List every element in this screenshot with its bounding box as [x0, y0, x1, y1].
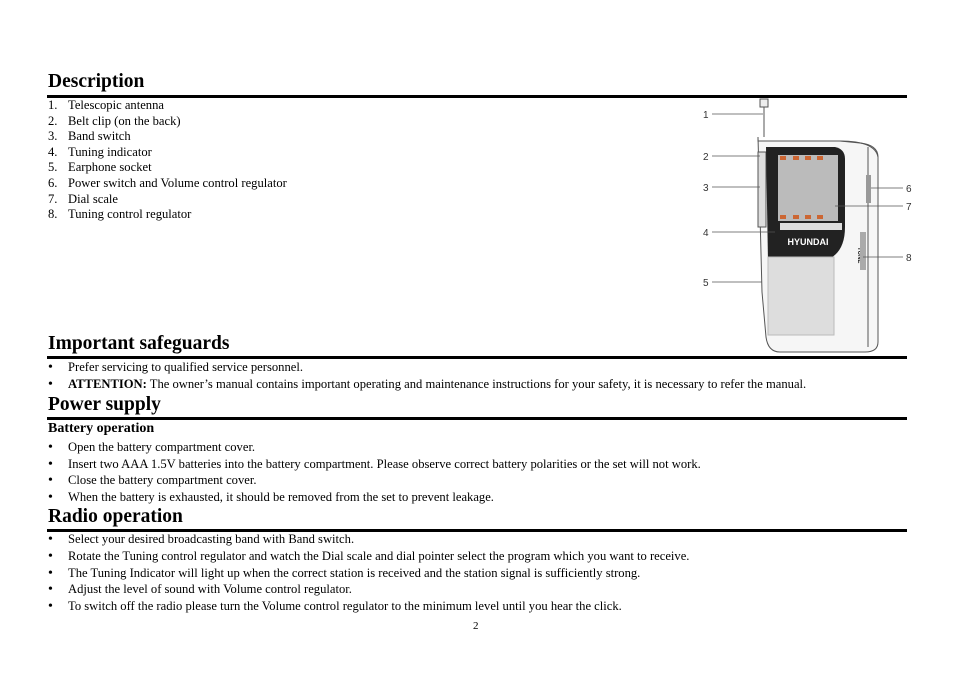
callout-2: 2: [703, 152, 709, 163]
callout-7: 7: [906, 202, 912, 213]
list-item: • Select your desired broadcasting band w…: [48, 532, 355, 547]
list-item: • To switch off the radio please turn the…: [48, 599, 622, 615]
list-item: 1. Telescopic antenna: [48, 98, 164, 112]
brand-logo: HYUNDAI: [787, 237, 828, 247]
callout-4: 4: [703, 228, 709, 239]
divider: [47, 356, 907, 359]
divider: [47, 417, 907, 420]
power-heading: Power supply: [48, 394, 161, 415]
list-item: 5. Earphone socket: [48, 160, 152, 175]
page-number: 2: [473, 620, 479, 632]
list-item: • The Tuning Indicator will light up when…: [48, 565, 641, 581]
safeguards-heading: Important safeguards: [48, 333, 230, 354]
list-item: • Rotate the Tuning control regulator and…: [48, 548, 690, 564]
list-item: • ATTENTION: The owner’s manual contains …: [48, 377, 807, 392]
description-heading: Description: [48, 71, 145, 92]
callout-8: 8: [906, 253, 912, 264]
list-item: 7. Dial scale: [48, 191, 118, 206]
list-item: 2. Belt clip (on the back): [48, 113, 181, 128]
list-item: • When the battery is exhausted, it shoul…: [48, 489, 494, 505]
list-item: 6. Power switch and Volume control regula…: [48, 176, 287, 190]
list-item: 3. Band switch: [48, 129, 131, 144]
callout-6: 6: [906, 184, 912, 195]
list-item: 4. Tuning indicator: [48, 144, 152, 159]
list-item: • Insert two AAA 1.5V batteries into the …: [48, 456, 701, 472]
list-item: • Adjust the level of sound with Volume c…: [48, 582, 352, 598]
list-item: • Prefer servicing to qualified service p…: [48, 360, 303, 375]
callout-3: 3: [703, 183, 709, 194]
callout-5: 5: [703, 278, 709, 289]
battery-subheading: Battery operation: [48, 421, 155, 436]
radio-illustration: HYUNDAI TUNE 1 2 3 4 5 6 7 8: [703, 98, 912, 353]
list-item: • Open the battery compartment cover.: [48, 440, 256, 455]
radio-heading: Radio operation: [48, 506, 183, 527]
list-item: 8. Tuning control regulator: [48, 207, 192, 222]
manual-page: Description 1. Telescopic antenna 2. Belt c…: [0, 0, 954, 675]
callout-1: 1: [703, 110, 709, 121]
list-item: • Close the battery compartment cover.: [48, 473, 257, 488]
